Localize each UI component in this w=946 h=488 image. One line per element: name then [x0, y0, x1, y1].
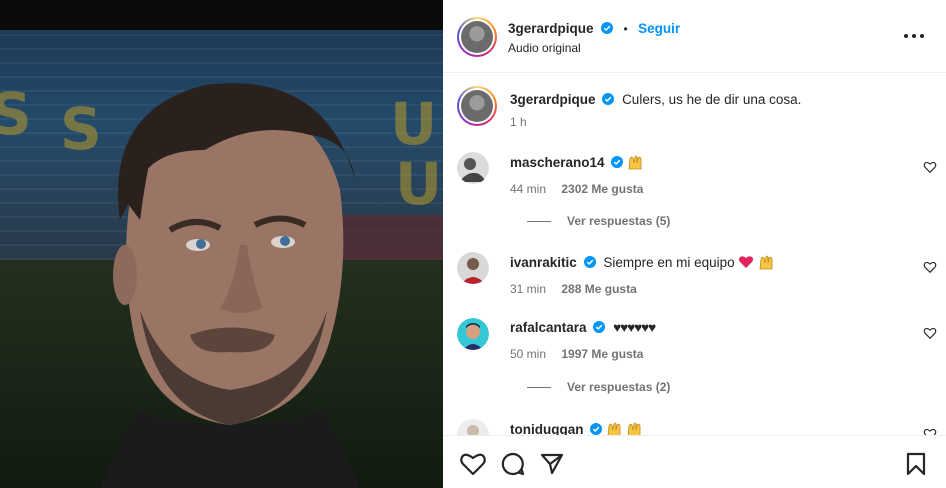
verified-badge-icon	[600, 22, 613, 34]
comment-item: mascherano14 44 min 2302 Me gusta Ver re…	[457, 152, 937, 232]
comment-time: 31 min	[510, 282, 547, 296]
comment-body: toniduggan	[510, 421, 890, 436]
share-icon[interactable]	[540, 452, 564, 476]
comment-like-heart-icon[interactable]	[923, 260, 937, 274]
caption-time: 1 h	[510, 115, 527, 129]
raised-hands-emoji-icon	[627, 422, 641, 436]
comment-item: ivanrakitic Siempre en mi equipo 31 min …	[457, 252, 937, 302]
comment-username[interactable]: ivanrakitic	[510, 255, 577, 270]
caption-username[interactable]: 3gerardpique	[510, 92, 596, 107]
comment-username[interactable]: rafalcantara	[510, 320, 587, 335]
caption-author-avatar[interactable]	[457, 86, 497, 126]
view-replies-button[interactable]: Ver respuestas (5)	[527, 214, 670, 228]
commenter-avatar[interactable]	[457, 152, 489, 184]
comment-like-heart-icon[interactable]	[923, 160, 937, 174]
portrait-image	[100, 83, 360, 488]
post-caption: 3gerardpique Culers, us he de dir una co…	[457, 86, 937, 136]
commenter-avatar[interactable]	[457, 318, 489, 350]
replies-line	[527, 387, 551, 389]
commenter-avatar[interactable]	[457, 419, 489, 436]
red-heart-emoji-icon	[739, 256, 754, 268]
comment-text: Siempre en mi equipo	[603, 255, 735, 270]
comment-body: mascherano14 44 min 2302 Me gusta	[510, 154, 890, 196]
comment-meta: 44 min 2302 Me gusta	[510, 182, 890, 196]
verified-badge-icon	[583, 256, 596, 268]
stands-lettering: U	[395, 150, 443, 218]
view-replies-button[interactable]: Ver respuestas (2)	[527, 380, 670, 394]
comment-username[interactable]: toniduggan	[510, 422, 583, 436]
replies-line	[527, 221, 551, 223]
comment-meta: 31 min 288 Me gusta	[510, 282, 890, 296]
raised-hands-emoji-icon	[759, 255, 773, 270]
comment-likes[interactable]: 1997 Me gusta	[561, 347, 643, 361]
comment-item: rafalcantara ♥♥♥♥♥♥ 50 min 1997 Me gusta…	[457, 318, 937, 398]
post-media[interactable]: S S U U	[0, 0, 443, 488]
bookmark-icon[interactable]	[906, 452, 926, 476]
stands-lettering: S	[0, 80, 42, 148]
author-avatar[interactable]	[457, 17, 497, 57]
more-options-icon[interactable]	[902, 26, 926, 46]
comment-icon[interactable]	[501, 452, 525, 476]
comment-likes[interactable]: 2302 Me gusta	[561, 182, 643, 196]
comment-username[interactable]: mascherano14	[510, 155, 605, 170]
post-action-bar	[443, 435, 946, 488]
audio-link[interactable]: Audio original	[508, 41, 581, 55]
comment-meta: 50 min 1997 Me gusta	[510, 347, 890, 361]
commenter-avatar[interactable]	[457, 252, 489, 284]
comment-body: rafalcantara ♥♥♥♥♥♥ 50 min 1997 Me gusta	[510, 320, 890, 361]
raised-hands-emoji-icon	[607, 422, 621, 436]
header-title-row: 3gerardpique • Seguir	[508, 20, 680, 38]
author-username[interactable]: 3gerardpique	[508, 21, 594, 36]
comment-item-partial: toniduggan	[443, 415, 946, 436]
comment-text: ♥♥♥♥♥♥	[613, 320, 656, 335]
follow-button[interactable]: Seguir	[638, 21, 680, 36]
comment-likes[interactable]: 288 Me gusta	[561, 282, 636, 296]
verified-badge-icon	[602, 93, 615, 105]
post-details-panel: 3gerardpique • Seguir Audio original 3ge…	[443, 0, 946, 488]
verified-badge-icon	[590, 423, 603, 435]
raised-hands-emoji-icon	[628, 155, 642, 170]
view-replies-label: Ver respuestas (2)	[567, 380, 671, 394]
caption-text-row: 3gerardpique Culers, us he de dir una co…	[510, 92, 801, 107]
caption-text: Culers, us he de dir una cosa.	[622, 92, 802, 107]
view-replies-label: Ver respuestas (5)	[567, 214, 671, 228]
comment-time: 44 min	[510, 182, 547, 196]
comment-body: ivanrakitic Siempre en mi equipo 31 min …	[510, 254, 890, 296]
comment-time: 50 min	[510, 347, 547, 361]
comment-item: toniduggan	[457, 419, 937, 436]
separator-dot: •	[623, 22, 628, 36]
verified-badge-icon	[593, 321, 606, 333]
media-top-strip	[0, 0, 443, 30]
stands-lettering: U	[390, 90, 443, 158]
heart-icon[interactable]	[460, 452, 486, 476]
comment-like-heart-icon[interactable]	[923, 326, 937, 340]
post-header: 3gerardpique • Seguir Audio original	[443, 0, 946, 73]
verified-badge-icon	[611, 156, 624, 168]
